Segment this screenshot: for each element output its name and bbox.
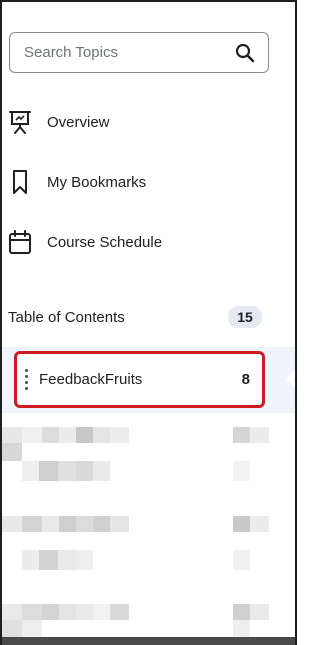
nav-course-schedule[interactable]: Course Schedule [8, 224, 258, 260]
nav-my-bookmarks[interactable]: My Bookmarks [8, 164, 258, 200]
module-name: FeedbackFruits [39, 371, 143, 388]
calendar-icon [8, 229, 32, 255]
nav-overview[interactable]: Overview [8, 104, 258, 140]
module-feedbackfruits[interactable]: FeedbackFruits 8 [14, 351, 265, 408]
content-sidebar: Overview My Bookmarks Course Schedule Ta… [0, 0, 297, 645]
search-icon[interactable] [234, 42, 256, 64]
nav-label: Overview [47, 113, 110, 131]
toc-title: Table of Contents [8, 308, 125, 326]
search-topics-field[interactable] [9, 32, 269, 73]
bookmark-icon [8, 169, 32, 195]
module-count: 8 [241, 371, 250, 388]
nav-label: My Bookmarks [47, 173, 147, 191]
drag-handle-icon[interactable] [23, 368, 29, 391]
pixelated-module-list [2, 413, 295, 645]
selection-pointer-icon [286, 370, 295, 388]
search-topics-input[interactable] [24, 44, 234, 61]
table-of-contents-header[interactable]: Table of Contents 15 [8, 302, 262, 332]
bottom-edge-bar [2, 637, 295, 645]
presentation-icon [8, 109, 32, 135]
nav-label: Course Schedule [47, 233, 163, 251]
toc-count-badge: 15 [228, 306, 262, 328]
